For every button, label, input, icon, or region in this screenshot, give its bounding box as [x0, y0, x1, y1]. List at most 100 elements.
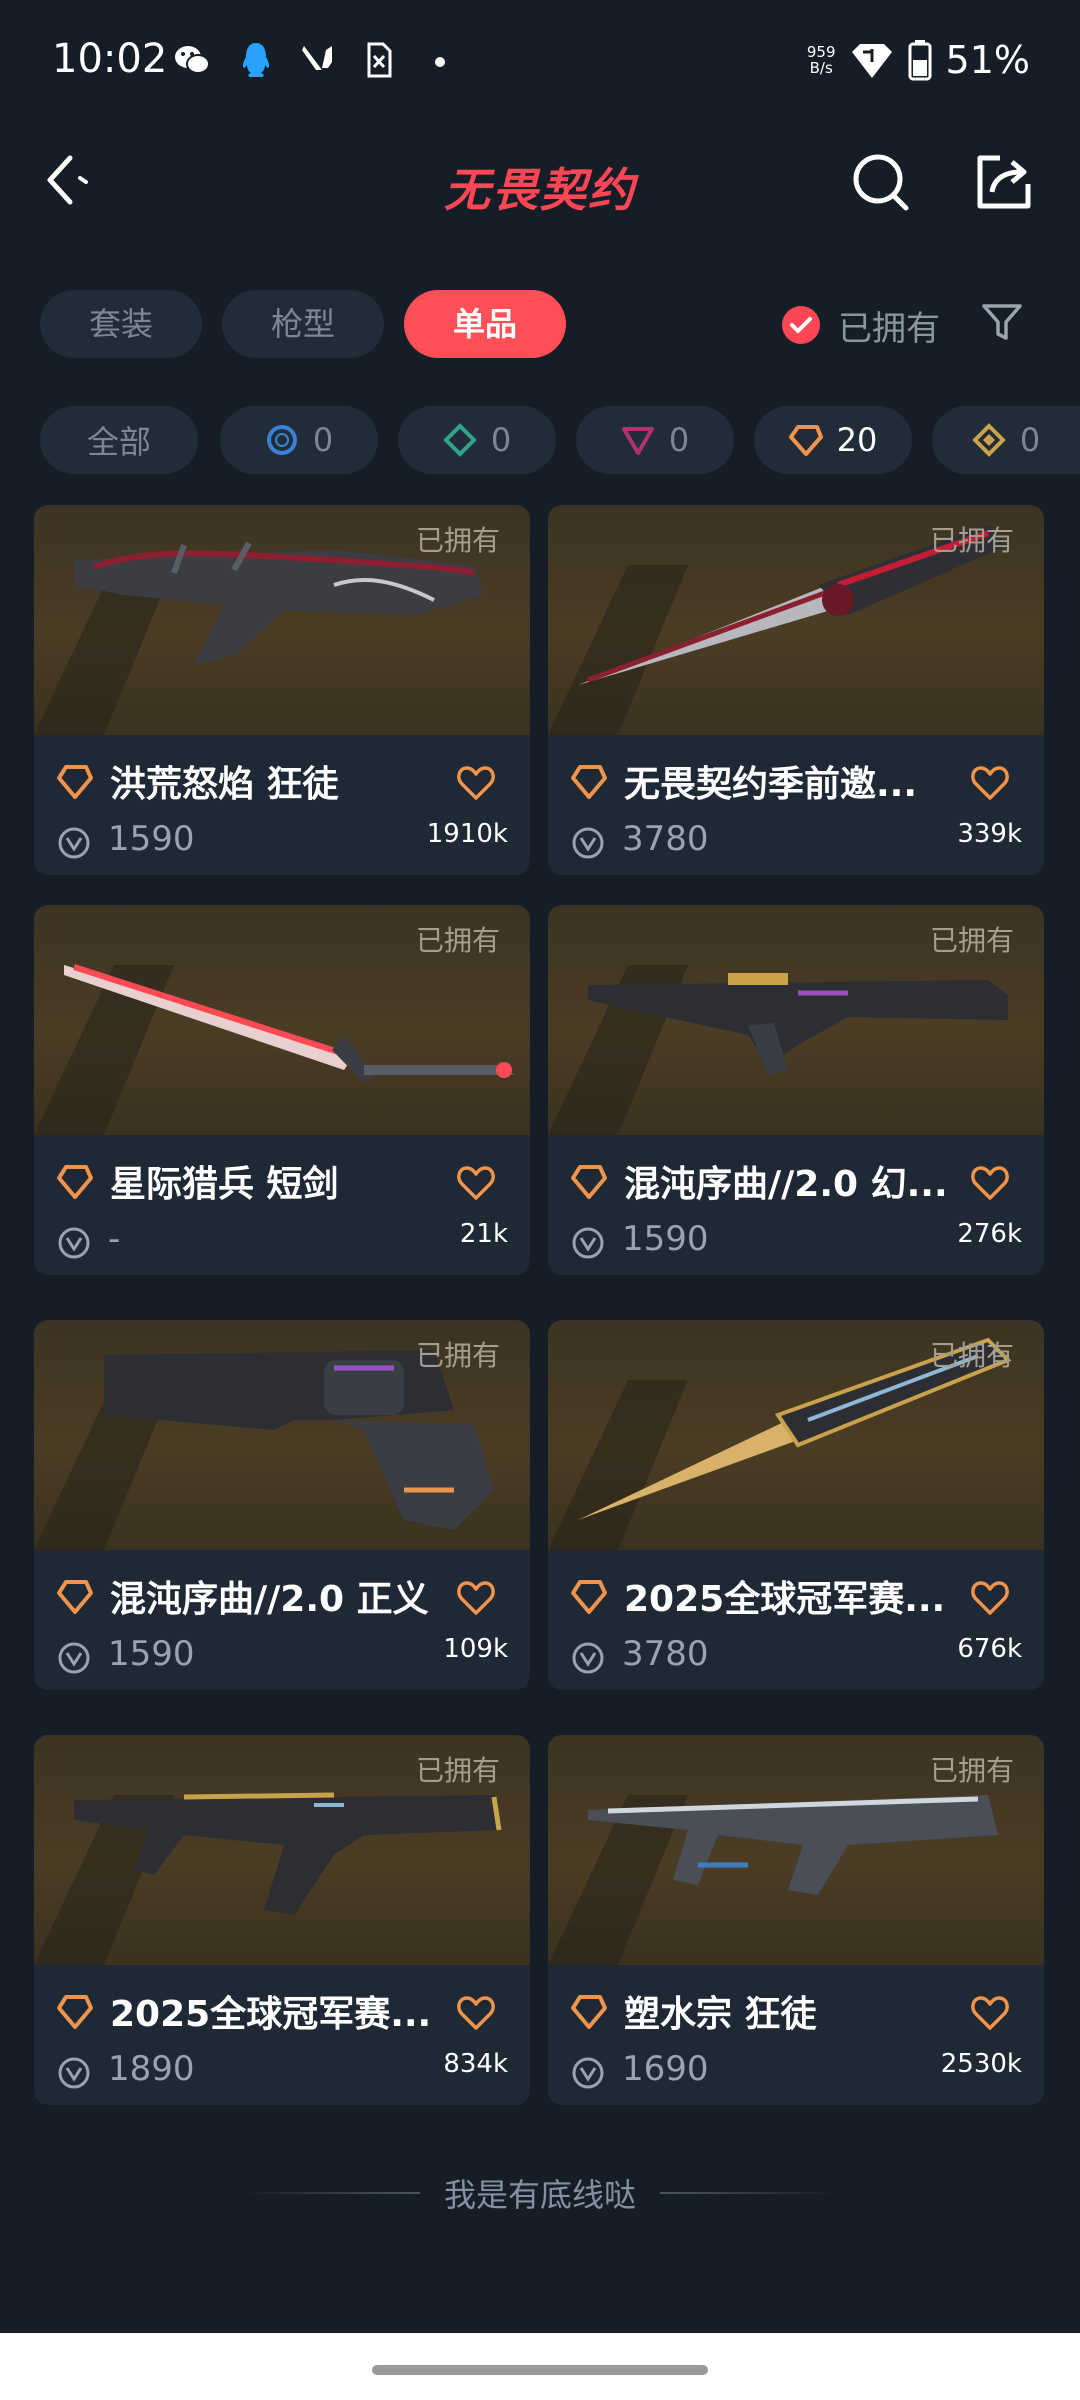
tier-chip-count: 0 — [490, 421, 512, 459]
skin-name: 塑水宗 狂徒 — [624, 1994, 817, 2035]
valorant-points-icon — [572, 1227, 604, 1259]
app-screen: 10:02 959 B/s 51% 无畏契约 套装 枪型 单品 已拥有 全部 0… — [0, 0, 1080, 2400]
tier-chip-select[interactable]: 0 — [220, 406, 378, 474]
tier-chip-label: 全部 — [86, 423, 151, 461]
owned-tag: 已拥有 — [415, 1339, 500, 1372]
tier-chip-count: 0 — [1019, 421, 1041, 459]
valorant-points-icon — [572, 2057, 604, 2089]
qq-icon — [242, 43, 270, 77]
skin-price: 3780 — [622, 1634, 709, 1674]
skin-price: - — [108, 1219, 121, 1259]
tier-chip-ultra[interactable]: 0 — [932, 406, 1080, 474]
skin-price: 1690 — [622, 2049, 709, 2089]
heart-icon[interactable] — [970, 1993, 1010, 2033]
owned-tag: 已拥有 — [415, 924, 500, 957]
net-speed-unit: B/s — [809, 59, 833, 77]
tier-chip-premium[interactable]: 0 — [576, 406, 734, 474]
valorant-points-icon — [58, 2057, 90, 2089]
heart-icon[interactable] — [456, 1993, 496, 2033]
heart-icon[interactable] — [456, 1163, 496, 1203]
tab-single-item[interactable]: 单品 — [404, 290, 566, 358]
home-indicator[interactable] — [372, 2365, 708, 2375]
notification-dot-icon — [435, 57, 445, 67]
net-speed-value: 959 — [806, 43, 836, 61]
tier-chip-deluxe[interactable]: 0 — [398, 406, 556, 474]
skin-card[interactable]: 已拥有 洪荒怒焰 狂徒 1590 1910k — [34, 505, 530, 875]
valorant-points-icon — [572, 827, 604, 859]
owned-tag: 已拥有 — [415, 1754, 500, 1787]
like-count: 834k — [443, 2049, 508, 2079]
page-title: 无畏契约 — [444, 163, 636, 217]
exclusive-tier-icon — [57, 765, 93, 799]
like-count: 339k — [957, 819, 1022, 849]
skin-card[interactable]: 已拥有 2025全球冠军赛... 3780 676k — [548, 1320, 1044, 1690]
battery-icon — [908, 40, 932, 81]
premium-tier-icon — [621, 427, 654, 455]
owned-filter-label: 已拥有 — [838, 308, 940, 349]
skin-card-body: 塑水宗 狂徒 1690 2530k — [548, 1965, 1044, 2105]
like-count: 1910k — [426, 819, 508, 849]
skin-card[interactable]: 已拥有 塑水宗 狂徒 1690 2530k — [548, 1735, 1044, 2105]
valorant-points-icon — [58, 1642, 90, 1674]
skin-card[interactable]: 已拥有 2025全球冠军赛... 1890 834k — [34, 1735, 530, 2105]
tier-chip-exclusive[interactable]: 20 — [754, 406, 912, 474]
skin-card[interactable]: 已拥有 星际猎兵 短剑 - 21k — [34, 905, 530, 1275]
exclusive-tier-icon — [788, 425, 823, 456]
tier-chip-all[interactable]: 全部 — [40, 406, 198, 474]
skin-price: 1590 — [108, 1634, 195, 1674]
skin-card-body: 2025全球冠军赛... 1890 834k — [34, 1965, 530, 2105]
heart-icon[interactable] — [970, 763, 1010, 803]
list-end-text: 我是有底线哒 — [443, 2176, 636, 2214]
owned-tag: 已拥有 — [929, 524, 1014, 557]
wifi-icon — [851, 44, 892, 78]
skin-card[interactable]: 已拥有 混沌序曲//2.0 幻... 1590 276k — [548, 905, 1044, 1275]
owned-filter-toggle[interactable]: 已拥有 — [782, 300, 940, 350]
app-header: 无畏契约 — [0, 130, 1080, 230]
filter-funnel-icon[interactable] — [980, 300, 1024, 344]
list-end-note: 我是有底线哒 — [0, 2170, 1080, 2216]
ultra-tier-icon — [971, 423, 1006, 457]
status-bar: 10:02 959 B/s 51% — [0, 0, 1080, 120]
search-icon[interactable] — [852, 152, 912, 212]
skin-price: 1890 — [108, 2049, 195, 2089]
like-count: 2530k — [940, 2049, 1022, 2079]
heart-icon[interactable] — [970, 1578, 1010, 1618]
skin-price: 3780 — [622, 819, 709, 859]
owned-tag: 已拥有 — [929, 1754, 1014, 1787]
heart-icon[interactable] — [456, 763, 496, 803]
valorant-points-icon — [58, 1227, 90, 1259]
status-right: 959 B/s 51% — [807, 36, 1030, 84]
skin-image: 已拥有 — [34, 1320, 530, 1550]
tab-weapon-type[interactable]: 枪型 — [222, 290, 384, 358]
skin-card-body: 洪荒怒焰 狂徒 1590 1910k — [34, 735, 530, 875]
net-speed: 959 B/s — [807, 44, 836, 76]
heart-icon[interactable] — [456, 1578, 496, 1618]
skin-name: 星际猎兵 短剑 — [110, 1164, 339, 1205]
skin-image: 已拥有 — [548, 905, 1044, 1135]
heart-icon[interactable] — [970, 1163, 1010, 1203]
exclusive-tier-icon — [57, 1995, 93, 2029]
battery-percent: 51% — [945, 38, 1030, 82]
skin-name: 无畏契约季前邀... — [624, 764, 918, 805]
tier-chip-count: 20 — [836, 421, 878, 459]
skin-card-body: 混沌序曲//2.0 幻... 1590 276k — [548, 1135, 1044, 1275]
skin-card[interactable]: 已拥有 混沌序曲//2.0 正义 1590 109k — [34, 1320, 530, 1690]
skin-image: 已拥有 — [548, 1735, 1044, 1965]
skin-image: 已拥有 — [34, 505, 530, 735]
tab-sets[interactable]: 套装 — [40, 290, 202, 358]
skin-card[interactable]: 已拥有 无畏契约季前邀... 3780 339k — [548, 505, 1044, 875]
status-time: 10:02 — [52, 36, 168, 82]
tier-chip-count: 0 — [668, 421, 690, 459]
valorant-points-icon — [572, 1642, 604, 1674]
skin-name: 2025全球冠军赛... — [110, 1994, 432, 2035]
owned-tag: 已拥有 — [415, 524, 500, 557]
skin-price: 1590 — [622, 1219, 709, 1259]
like-count: 109k — [443, 1634, 508, 1664]
share-icon[interactable] — [974, 152, 1034, 212]
like-count: 676k — [957, 1634, 1022, 1664]
divider — [239, 2192, 420, 2194]
skin-image: 已拥有 — [548, 1320, 1044, 1550]
deluxe-tier-icon — [442, 423, 477, 457]
skin-price: 1590 — [108, 819, 195, 859]
skin-image: 已拥有 — [548, 505, 1044, 735]
